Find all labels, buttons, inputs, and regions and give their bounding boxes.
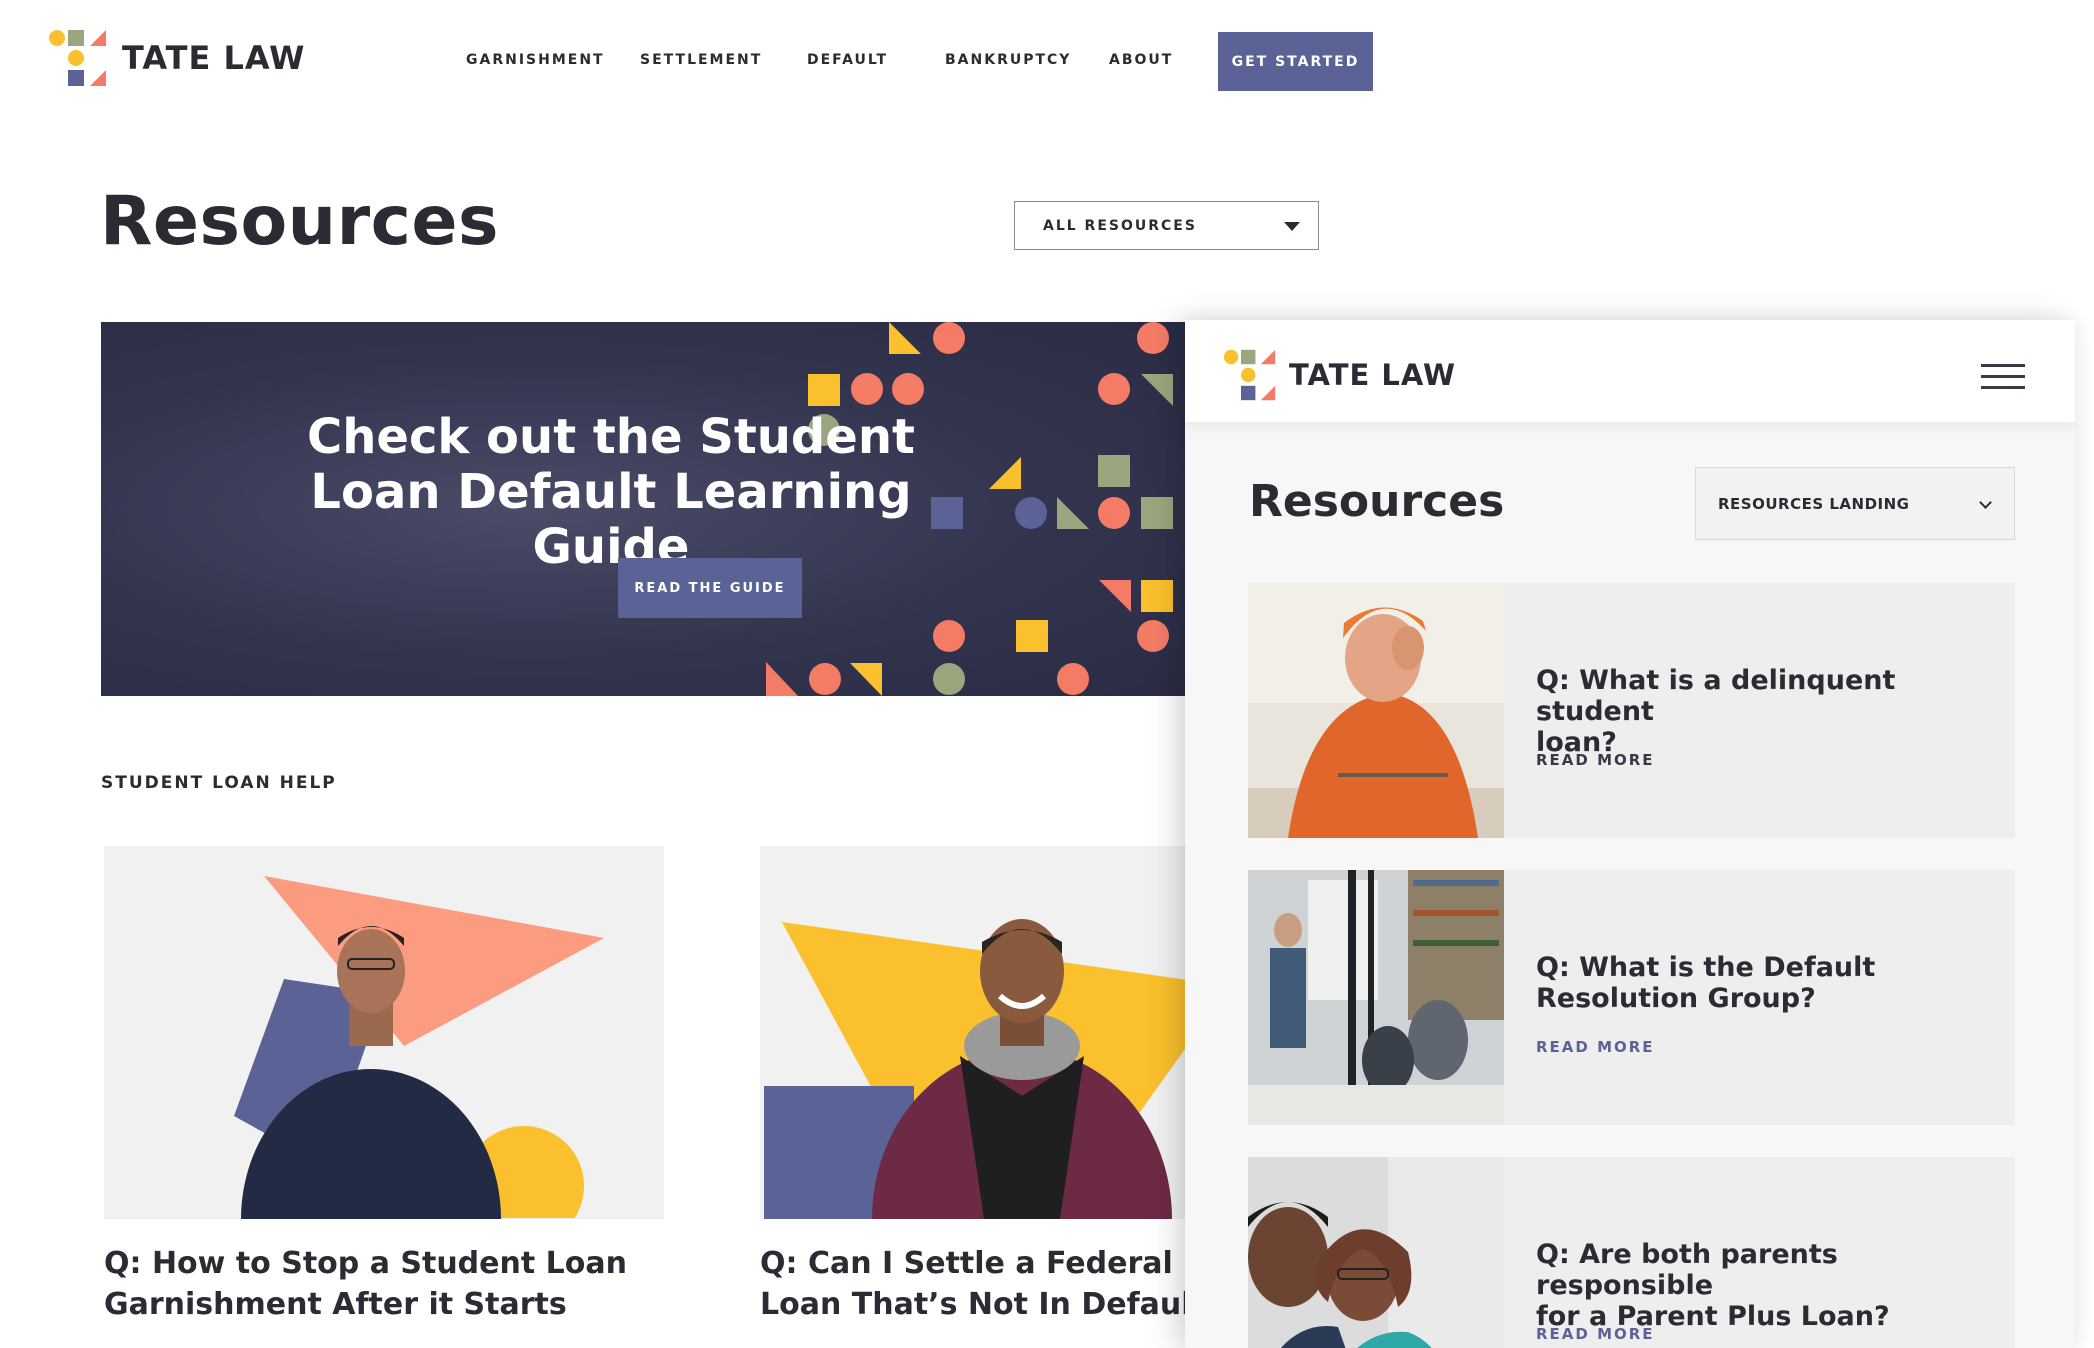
read-more-link[interactable]: READ MORE bbox=[1536, 1325, 1655, 1343]
filter-value: ALL RESOURCES bbox=[1043, 217, 1197, 234]
page-title: Resources bbox=[100, 182, 500, 261]
article-thumbnail bbox=[1248, 583, 1504, 838]
mobile-resource-filter-select[interactable]: RESOURCES LANDING bbox=[1695, 467, 2015, 540]
chevron-down-icon bbox=[1979, 496, 1992, 509]
mobile-page-title: Resources bbox=[1249, 476, 1505, 527]
article-thumbnail bbox=[1248, 1157, 1504, 1348]
caret-down-icon bbox=[1284, 222, 1300, 231]
mobile-preview: TATE LAW Resources RESOURCES LANDING Q: … bbox=[1185, 320, 2075, 1348]
article-question[interactable]: Q: What is the Default Resolution Group? bbox=[1536, 952, 1996, 1014]
mobile-logo-wordmark: TATE LAW bbox=[1289, 358, 1457, 392]
hero-title: Check out the Student Loan Default Learn… bbox=[251, 410, 971, 575]
logo-mark-icon bbox=[1223, 348, 1277, 402]
article-title[interactable]: Q: How to Stop a Student Loan Garnishmen… bbox=[104, 1243, 664, 1325]
get-started-button[interactable]: GET STARTED bbox=[1218, 32, 1373, 91]
hero-title-line-1: Check out the Student bbox=[307, 409, 915, 465]
nav-item-bankruptcy[interactable]: BANKRUPTCY bbox=[945, 52, 1071, 68]
hamburger-menu-icon[interactable] bbox=[1981, 364, 2025, 390]
mobile-article-card[interactable]: Q: What is a delinquent student loan? RE… bbox=[1248, 583, 2015, 838]
article-title-line-1: Q: How to Stop a Student Loan bbox=[104, 1246, 627, 1281]
hero-title-line-2: Loan Default Learning Guide bbox=[310, 464, 912, 575]
mobile-filter-value: RESOURCES LANDING bbox=[1718, 494, 1910, 513]
article-question[interactable]: Q: What is a delinquent student loan? bbox=[1536, 665, 1996, 758]
article-thumbnail bbox=[1248, 870, 1504, 1125]
nav-item-default[interactable]: DEFAULT bbox=[807, 52, 888, 68]
mobile-article-card[interactable]: Q: What is the Default Resolution Group?… bbox=[1248, 870, 2015, 1125]
article-image bbox=[104, 846, 664, 1219]
article-title-line-2: Garnishment After it Starts bbox=[104, 1287, 567, 1322]
nav-item-settlement[interactable]: SETTLEMENT bbox=[640, 52, 762, 68]
mobile-header: TATE LAW bbox=[1185, 320, 2075, 422]
article-question-line-1: Q: What is a delinquent student bbox=[1536, 665, 1896, 727]
mobile-logo[interactable]: TATE LAW bbox=[1223, 348, 1456, 402]
article-question-line-1: Q: What is the Default bbox=[1536, 952, 1876, 983]
article-question-line-2: Resolution Group? bbox=[1536, 983, 1816, 1014]
read-more-link[interactable]: READ MORE bbox=[1536, 1038, 1655, 1056]
read-more-link[interactable]: READ MORE bbox=[1536, 751, 1655, 769]
nav-item-garnishment[interactable]: GARNISHMENT bbox=[466, 52, 605, 68]
nav-item-about[interactable]: ABOUT bbox=[1109, 52, 1173, 68]
mobile-article-card[interactable]: Q: Are both parents responsible for a Pa… bbox=[1248, 1157, 2015, 1348]
main-nav: GARNISHMENT SETTLEMENT DEFAULT BANKRUPTC… bbox=[0, 52, 2094, 76]
read-the-guide-button[interactable]: READ THE GUIDE bbox=[618, 558, 802, 618]
section-heading: STUDENT LOAN HELP bbox=[101, 773, 337, 793]
hero-banner: Check out the Student Loan Default Learn… bbox=[101, 322, 1186, 696]
article-question-line-1: Q: Are both parents responsible bbox=[1536, 1239, 1838, 1301]
article-question[interactable]: Q: Are both parents responsible for a Pa… bbox=[1536, 1239, 1996, 1332]
resource-filter-select[interactable]: ALL RESOURCES bbox=[1014, 201, 1319, 250]
